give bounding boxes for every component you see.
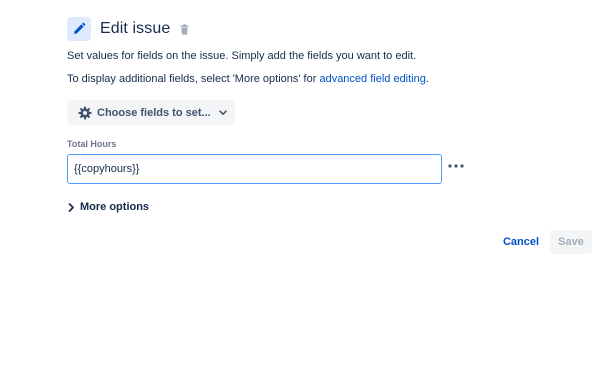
more-options-toggle[interactable]: More options: [67, 201, 149, 213]
save-button[interactable]: Save: [550, 230, 592, 254]
description-hint: To display additional fields, select 'Mo…: [67, 73, 429, 85]
chevron-right-icon: [67, 202, 75, 212]
description-hint-suffix: .: [425, 73, 429, 85]
chevron-down-icon: [218, 109, 227, 116]
page-title: Edit issue: [100, 20, 171, 37]
gear-icon: [78, 106, 92, 120]
edit-issue-panel: Edit issue Set values for fields on the …: [0, 0, 615, 376]
choose-fields-button[interactable]: Choose fields to set...: [67, 100, 235, 125]
description-text: Set values for fields on the issue. Simp…: [67, 50, 417, 62]
panel-header: Edit issue: [67, 17, 189, 41]
more-horizontal-icon[interactable]: [446, 158, 466, 174]
more-options-label: More options: [80, 201, 150, 213]
choose-fields-label: Choose fields to set...: [97, 106, 211, 119]
pencil-icon: [67, 17, 91, 41]
cancel-button[interactable]: Cancel: [497, 230, 545, 254]
total-hours-input[interactable]: [67, 154, 442, 184]
trash-icon[interactable]: [180, 23, 189, 35]
advanced-field-editing-link[interactable]: advanced field editing: [319, 73, 425, 85]
description-hint-text: To display additional fields, select 'Mo…: [67, 73, 320, 85]
total-hours-label: Total Hours: [67, 139, 117, 149]
